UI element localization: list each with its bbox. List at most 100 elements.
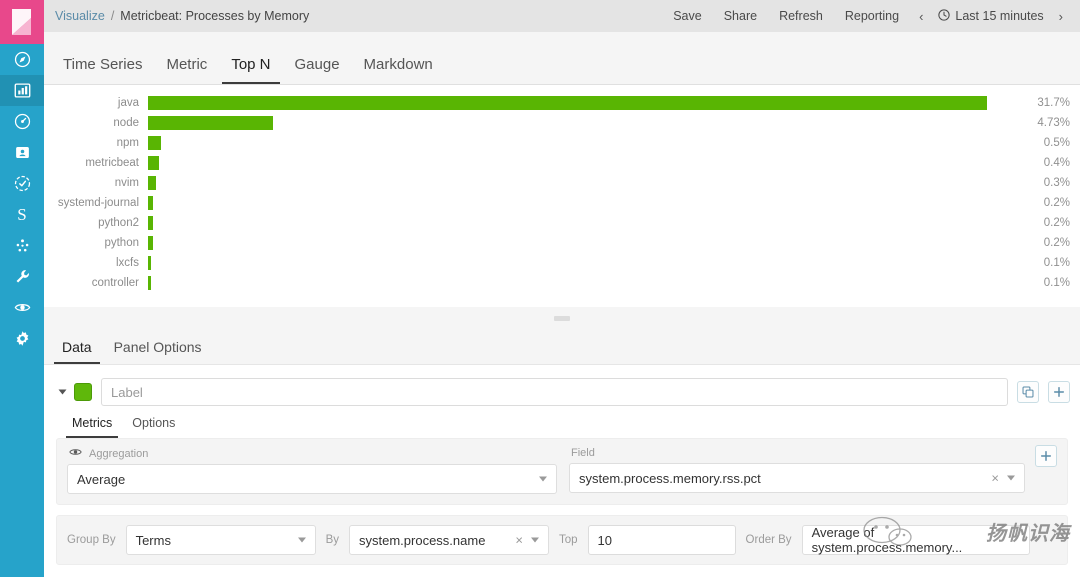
save-button[interactable]: Save: [662, 9, 713, 23]
eye-icon[interactable]: [69, 447, 82, 460]
sidebar-item-dashboard[interactable]: [0, 106, 44, 137]
sidebar-item-monitoring[interactable]: [0, 292, 44, 323]
clear-by-field-icon[interactable]: ×: [515, 534, 523, 547]
next-time-arrow-icon[interactable]: ›: [1050, 9, 1072, 24]
chart-bar-row[interactable]: python 0.2%: [50, 233, 1070, 253]
sidebar-item-siem[interactable]: S: [0, 199, 44, 230]
clone-series-button[interactable]: [1017, 381, 1039, 403]
bar-value-label: 0.4%: [1043, 157, 1070, 169]
aggregation-select[interactable]: Average: [67, 464, 557, 494]
bar-value-label: 0.2%: [1043, 217, 1070, 229]
chevron-down-icon: [297, 537, 306, 543]
chart-bar-row[interactable]: node 4.73%: [50, 113, 1070, 133]
prev-time-arrow-icon[interactable]: ‹: [910, 9, 932, 24]
reporting-button[interactable]: Reporting: [834, 9, 910, 23]
series-color-swatch[interactable]: [74, 383, 92, 401]
bar-fill[interactable]: [148, 216, 154, 230]
tab-options[interactable]: Options: [126, 416, 181, 438]
top-label: Top: [559, 534, 578, 546]
field-select[interactable]: system.process.memory.rss.pct ×: [569, 463, 1025, 493]
tab-metrics[interactable]: Metrics: [66, 416, 119, 438]
apm-icon: [14, 175, 30, 192]
tab-metric[interactable]: Metric: [157, 56, 216, 84]
letter-s-icon: S: [17, 205, 27, 224]
by-field-select[interactable]: system.process.name ×: [349, 525, 549, 555]
by-value: system.process.name: [359, 532, 486, 548]
group-by-value: Terms: [135, 532, 171, 548]
group-by-select[interactable]: Terms: [125, 525, 316, 555]
bar-value-label: 31.7%: [1037, 97, 1070, 109]
bar-category-label: nvim: [114, 177, 139, 189]
chart-bar-row[interactable]: npm 0.5%: [50, 133, 1070, 153]
chevron-down-icon[interactable]: [58, 389, 67, 395]
share-button[interactable]: Share: [713, 9, 768, 23]
aggregation-row: Aggregation Average Field system.process…: [56, 438, 1068, 505]
bar-value-label: 0.2%: [1043, 237, 1070, 249]
bar-category-label: metricbeat: [85, 157, 139, 169]
add-metric-button[interactable]: [1035, 445, 1057, 467]
breadcrumb-separator: /: [110, 9, 115, 23]
sidebar-item-graph[interactable]: [0, 230, 44, 261]
breadcrumb-visualize[interactable]: Visualize: [55, 9, 105, 23]
sidebar-item-apm[interactable]: [0, 168, 44, 199]
bar-fill[interactable]: [148, 136, 162, 150]
sidebar-item-management[interactable]: [0, 323, 44, 354]
bar-fill[interactable]: [148, 176, 156, 190]
bar-track: [148, 93, 1008, 113]
chart-bar-row[interactable]: nvim 0.3%: [50, 173, 1070, 193]
aggregation-value: Average: [77, 471, 126, 487]
kibana-logo[interactable]: [0, 0, 44, 44]
bar-track: [148, 233, 1008, 253]
order-by-select[interactable]: Average of system.process.memory...: [801, 525, 1030, 555]
bar-value-label: 0.1%: [1043, 257, 1070, 269]
tab-gauge[interactable]: Gauge: [286, 56, 349, 84]
header-actions: Save Share Refresh Reporting ‹ Last 15 m…: [662, 9, 1080, 24]
panel-resize-handle[interactable]: [44, 307, 1080, 329]
top-n-chart: java 31.7% node 4.73% npm 0.5% metricbeat 0.4% n…: [44, 85, 1080, 307]
refresh-button[interactable]: Refresh: [768, 9, 834, 23]
bar-category-label: java: [117, 97, 139, 109]
bar-category-label: node: [113, 117, 139, 129]
bar-fill[interactable]: [148, 236, 154, 250]
bar-fill[interactable]: [148, 96, 987, 110]
chart-bar-row[interactable]: controller 0.1%: [50, 273, 1070, 293]
bar-track: [148, 253, 1008, 273]
tab-data[interactable]: Data: [54, 339, 100, 364]
chart-bar-row[interactable]: java 31.7%: [50, 93, 1070, 113]
bar-fill[interactable]: [148, 276, 151, 290]
clear-field-icon[interactable]: ×: [991, 472, 999, 485]
bar-track: [148, 133, 1008, 153]
tab-time-series[interactable]: Time Series: [54, 56, 151, 84]
clock-icon: [938, 8, 951, 24]
bar-fill[interactable]: [148, 156, 159, 170]
sidebar-item-visualize[interactable]: [0, 75, 44, 106]
plus-icon: [1053, 386, 1065, 398]
wrench-icon: [16, 270, 29, 283]
plus-icon: [1040, 450, 1052, 462]
bar-fill[interactable]: [148, 116, 274, 130]
chart-bar-row[interactable]: metricbeat 0.4%: [50, 153, 1070, 173]
gear-icon: [16, 331, 28, 346]
chart-bar-row[interactable]: python2 0.2%: [50, 213, 1070, 233]
add-series-button[interactable]: [1048, 381, 1070, 403]
sidebar-item-discover[interactable]: [0, 44, 44, 75]
bar-value-label: 0.3%: [1043, 177, 1070, 189]
bar-value-label: 0.5%: [1043, 137, 1070, 149]
sidebar-item-dev-tools[interactable]: [0, 261, 44, 292]
chart-bar-row[interactable]: lxcfs 0.1%: [50, 253, 1070, 273]
top-count-input[interactable]: [587, 525, 736, 555]
bar-value-label: 4.73%: [1037, 117, 1070, 129]
bar-fill[interactable]: [148, 196, 154, 210]
time-range-picker[interactable]: Last 15 minutes: [932, 8, 1049, 24]
chart-bar-row[interactable]: systemd-journal 0.2%: [50, 193, 1070, 213]
tab-panel-options[interactable]: Panel Options: [106, 339, 210, 364]
resize-grip-icon: [554, 315, 570, 321]
tab-top-n[interactable]: Top N: [222, 56, 280, 84]
tab-markdown[interactable]: Markdown: [355, 56, 442, 84]
group-by-label: Group By: [67, 534, 116, 546]
series-label-input[interactable]: [101, 378, 1008, 406]
bar-fill[interactable]: [148, 256, 151, 270]
bar-chart-icon: [14, 83, 30, 98]
sidebar-item-timelion[interactable]: [0, 137, 44, 168]
field-value: system.process.memory.rss.pct: [579, 470, 761, 486]
